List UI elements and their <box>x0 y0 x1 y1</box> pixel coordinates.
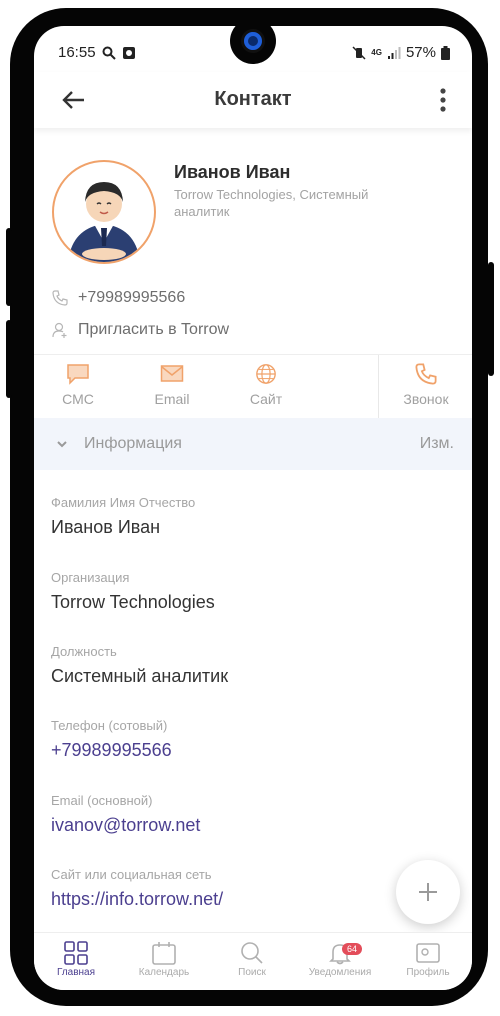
grid-icon <box>64 941 88 965</box>
field-label-phone: Телефон (сотовый) <box>51 718 168 733</box>
status-time: 16:55 <box>58 44 96 61</box>
field-value-fullname: Иванов Иван <box>51 517 161 537</box>
nav-home[interactable]: Главная <box>36 941 116 978</box>
field-value-phone[interactable]: +79989995566 <box>51 740 172 761</box>
call-button[interactable]: Звонок <box>386 363 466 407</box>
signal-icon <box>387 46 401 59</box>
avatar-illustration <box>68 182 140 262</box>
field-label-email: Email (основной) <box>51 793 153 808</box>
nav-home-label: Главная <box>56 967 96 978</box>
nav-notifications[interactable]: 64 Уведомления <box>300 941 380 978</box>
phone-number: +79989995566 <box>78 289 186 306</box>
contact-name: Иванов Иван <box>174 162 291 182</box>
call-label: Звонок <box>403 391 449 407</box>
phone-icon <box>52 290 68 306</box>
site-button[interactable]: Сайт <box>226 363 306 407</box>
field-value-email[interactable]: ivanov@torrow.net <box>51 815 200 836</box>
site-label: Сайт <box>249 391 283 407</box>
invite-row[interactable]: Пригласить в Torrow <box>52 321 229 339</box>
field-value-website[interactable]: https://info.torrow.net/ <box>51 889 223 910</box>
field-label-position: Должность <box>51 644 117 659</box>
notifications-badge: 64 <box>342 943 362 955</box>
field-value-organization: Torrow Technologies <box>51 592 215 612</box>
more-vertical-icon[interactable] <box>438 86 448 114</box>
add-fab-button[interactable] <box>396 860 460 924</box>
nav-calendar[interactable]: Календарь <box>124 941 204 978</box>
battery-icon <box>441 45 450 60</box>
field-value-position: Системный аналитик <box>51 666 229 686</box>
network-type: 4G <box>371 48 382 57</box>
app-bar: Контакт <box>34 72 472 128</box>
search-icon <box>241 942 263 964</box>
page-title: Контакт <box>214 88 292 110</box>
bottom-navigation: Главная Календарь Поиск 64 Уведомления П… <box>34 932 472 990</box>
screen: 16:55 4G 57% Контакт Иванов Иван Torrow … <box>34 26 472 990</box>
globe-icon <box>256 364 276 384</box>
side-button <box>6 228 12 306</box>
field-label-organization: Организация <box>51 570 130 585</box>
field-label-website: Сайт или социальная сеть <box>51 867 212 882</box>
mail-icon <box>160 365 184 382</box>
actions-divider <box>378 355 379 419</box>
chat-icon <box>67 364 89 385</box>
mute-vibrate-icon <box>352 45 366 60</box>
info-title: Информация <box>84 435 182 452</box>
status-bar: 16:55 4G 57% <box>34 26 472 72</box>
front-camera <box>230 26 276 64</box>
plus-icon <box>419 883 437 901</box>
contact-actions: СМС Email Сайт Звонок <box>34 354 472 419</box>
nav-profile-label: Профиль <box>406 967 450 978</box>
info-section-header[interactable]: Информация Изм. <box>34 418 472 470</box>
notification-app-icon <box>122 46 135 59</box>
calendar-icon <box>152 942 176 965</box>
nav-search-label: Поиск <box>238 967 266 978</box>
sms-label: СМС <box>62 391 94 407</box>
phone-icon <box>415 363 437 385</box>
nav-search[interactable]: Поиск <box>212 941 292 978</box>
battery-percent: 57% <box>405 44 436 61</box>
chevron-down-icon <box>57 441 67 448</box>
phone-row[interactable]: +79989995566 <box>52 289 185 307</box>
email-button[interactable]: Email <box>132 363 212 407</box>
invite-label: Пригласить в Torrow <box>78 321 230 338</box>
sms-button[interactable]: СМС <box>38 363 118 407</box>
email-label: Email <box>154 391 190 407</box>
edit-button[interactable]: Изм. <box>420 435 454 453</box>
profile-card-icon <box>416 943 440 963</box>
side-button <box>488 262 494 376</box>
contact-subtitle: Torrow Technologies, Системный аналитик <box>174 187 369 219</box>
nav-notifications-label: Уведомления <box>308 967 372 978</box>
avatar <box>52 160 156 264</box>
search-icon <box>102 46 116 60</box>
nav-calendar-label: Календарь <box>138 967 190 978</box>
field-label-fullname: Фамилия Имя Отчество <box>51 495 196 510</box>
nav-profile[interactable]: Профиль <box>388 941 468 978</box>
add-person-icon <box>52 322 67 338</box>
side-button <box>6 320 12 398</box>
